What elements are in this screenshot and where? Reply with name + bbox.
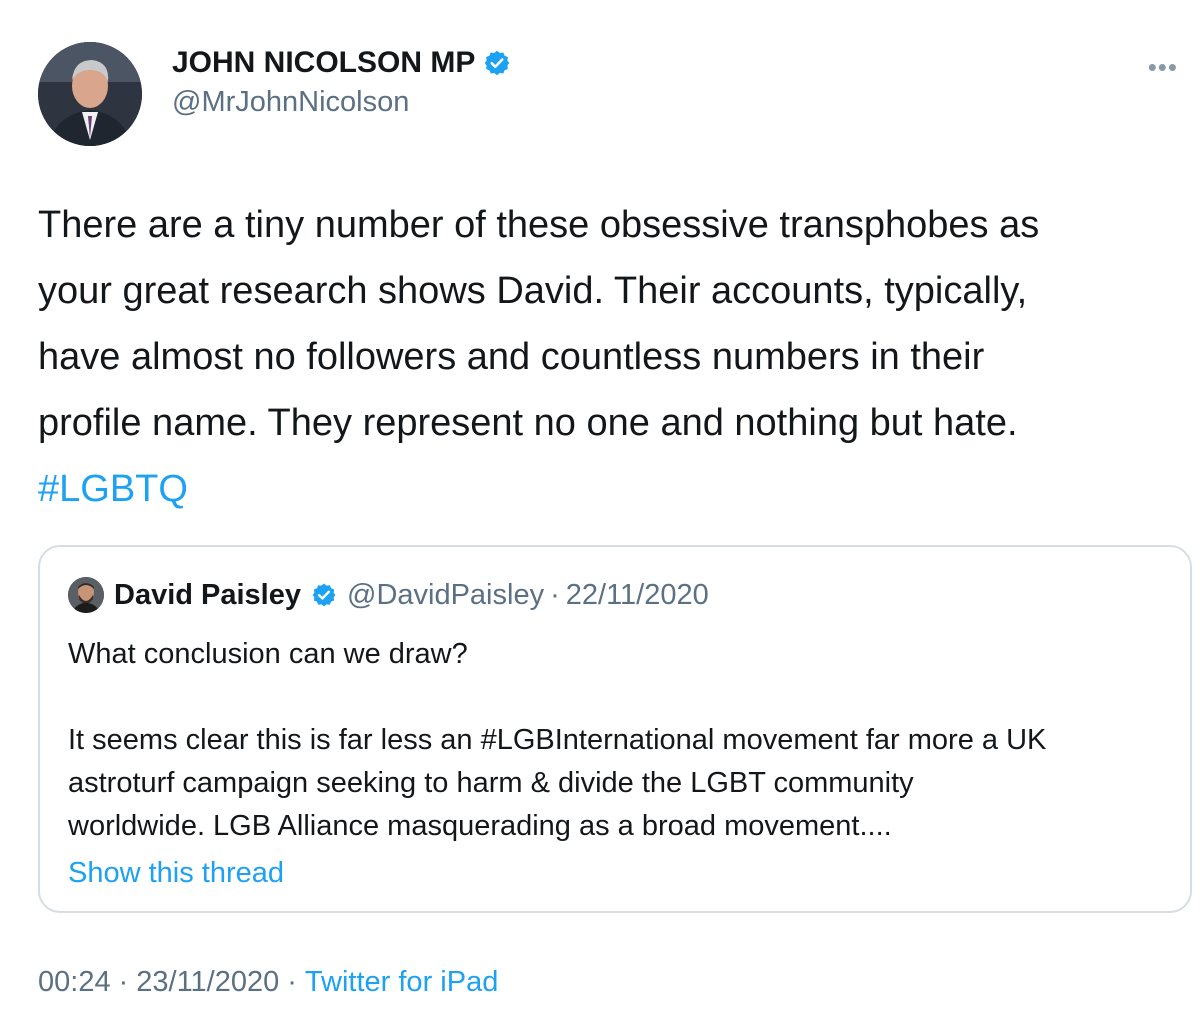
tweet-body: There are a tiny number of these obsessi… (38, 192, 1178, 522)
author-avatar-image (38, 42, 142, 146)
quoted-tweet-header: David Paisley @DavidPaisley · 22/11/2020 (68, 577, 709, 613)
quoted-tweet-card[interactable]: David Paisley @DavidPaisley · 22/11/2020… (38, 545, 1192, 913)
author-name-row: JOHN NICOLSON MP (172, 46, 511, 80)
tweet-meta: 00:24 · 23/11/2020 · Twitter for iPad (38, 966, 498, 999)
author-display-name[interactable]: JOHN NICOLSON MP (172, 46, 475, 80)
show-thread-link[interactable]: Show this thread (68, 857, 284, 890)
quoted-tweet-date[interactable]: 22/11/2020 (566, 579, 709, 612)
meta-separator: · (287, 966, 297, 998)
tweet-source-link[interactable]: Twitter for iPad (305, 966, 498, 999)
quoted-verified-badge-icon (311, 582, 337, 608)
quoted-author-handle[interactable]: @DavidPaisley (347, 579, 544, 612)
verified-badge-icon (483, 49, 511, 77)
quoted-author-avatar (68, 577, 104, 613)
tweet-hashtag-link[interactable]: #LGBTQ (38, 468, 188, 510)
tweet-date[interactable]: 23/11/2020 (136, 966, 279, 999)
tweet-time[interactable]: 00:24 (38, 966, 111, 999)
quoted-separator: · (550, 578, 560, 611)
quoted-author-display-name[interactable]: David Paisley (114, 579, 301, 612)
tweet-text: There are a tiny number of these obsessi… (38, 204, 1040, 444)
quoted-tweet-text: What conclusion can we draw? It seems cl… (68, 638, 1047, 842)
meta-separator: · (118, 966, 129, 998)
author-avatar[interactable] (38, 42, 142, 146)
author-handle[interactable]: @MrJohnNicolson (172, 86, 409, 119)
more-options-icon[interactable]: ••• (1148, 54, 1178, 80)
